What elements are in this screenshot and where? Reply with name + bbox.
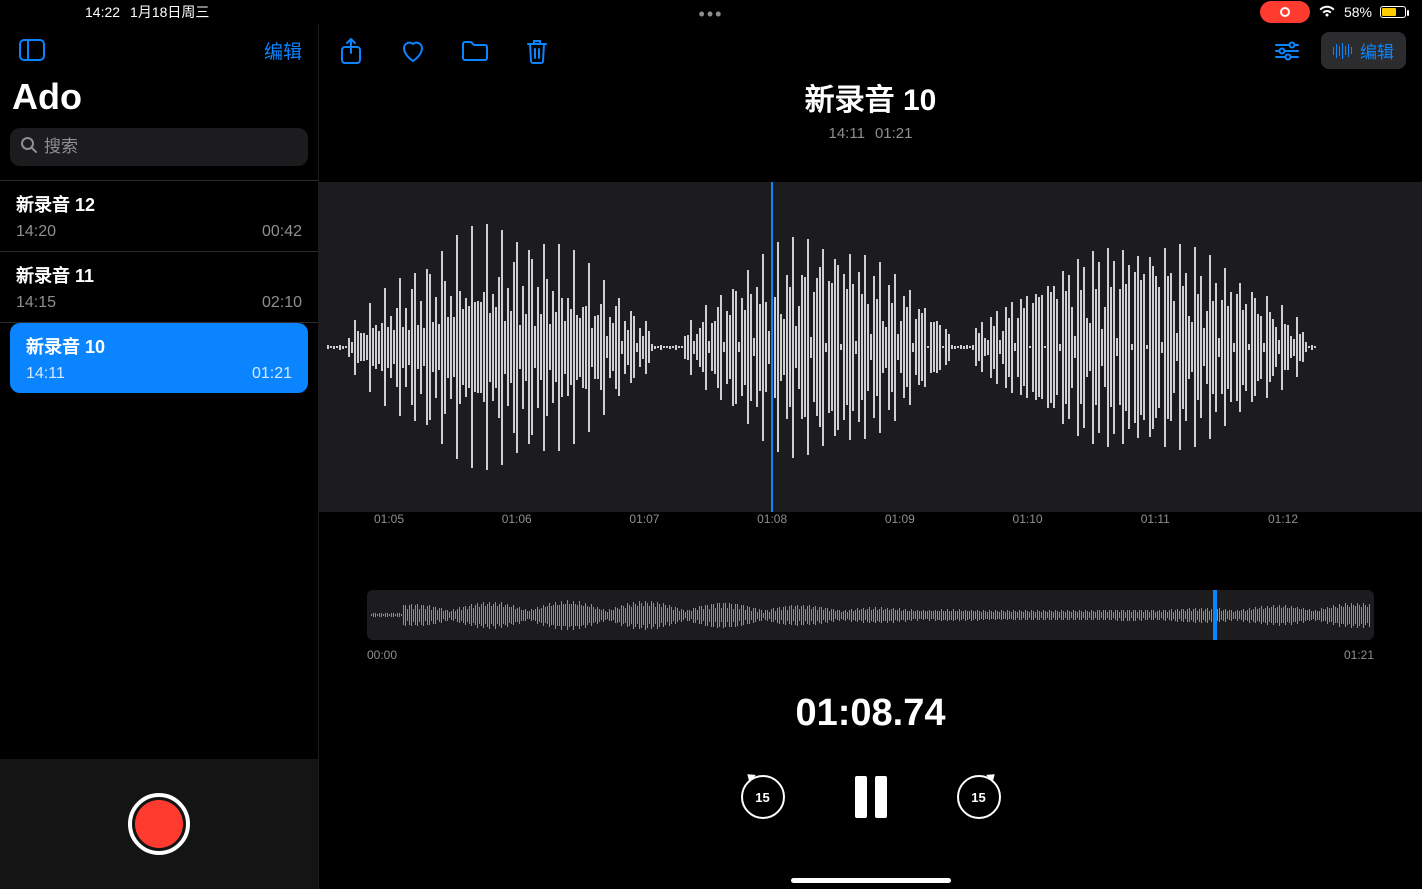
list-item-duration: 01:21	[252, 365, 292, 383]
waveform-icon	[1333, 43, 1353, 59]
list-item-duration: 02:10	[262, 294, 302, 312]
edit-label: 编辑	[1360, 38, 1394, 63]
skip-amount: 15	[755, 790, 769, 805]
settings-sliders-icon[interactable]	[1271, 35, 1303, 67]
list-item-time: 14:20	[16, 223, 56, 241]
main-panel: 编辑 新录音 10 14:11 01:21 01:0501:0601:0701:…	[319, 24, 1422, 889]
list-item-duration: 00:42	[262, 223, 302, 241]
folder-title: Ado	[0, 72, 318, 128]
status-time: 14:22	[85, 4, 120, 20]
share-icon[interactable]	[335, 35, 367, 67]
recordings-list[interactable]: 新录音 12 14:20 00:42 新录音 11 14:15 02:10 新录音 …	[0, 174, 318, 759]
overview-playhead[interactable]	[1213, 590, 1217, 640]
sidebar-edit-button[interactable]: 编辑	[264, 37, 302, 64]
list-item-time: 14:15	[16, 294, 56, 312]
multitask-dots[interactable]: •••	[699, 4, 724, 25]
skip-back-button[interactable]: 15	[741, 775, 785, 819]
overview-end: 01:21	[1344, 648, 1374, 662]
list-item-title: 新录音 10	[26, 333, 292, 359]
battery-icon	[1380, 6, 1406, 18]
list-item[interactable]: 新录音 12 14:20 00:42	[0, 180, 318, 252]
list-item[interactable]: 新录音 10 14:11 01:21	[10, 323, 308, 393]
playback-controls: 15 15	[319, 775, 1422, 819]
sidebar-toggle-icon[interactable]	[16, 34, 48, 66]
record-footer	[0, 759, 318, 889]
list-item-time: 14:11	[26, 365, 65, 383]
list-item[interactable]: 新录音 11 14:15 02:10	[0, 252, 318, 323]
overview-start: 00:00	[367, 648, 397, 662]
folder-icon[interactable]	[459, 35, 491, 67]
sidebar: 编辑 Ado 新录音 12 14:20 00:42 新录音 11 14:15 02:…	[0, 24, 319, 889]
overview-waveform[interactable]	[367, 590, 1374, 640]
home-indicator[interactable]	[791, 878, 951, 883]
record-button[interactable]	[128, 793, 190, 855]
waveform[interactable]	[319, 182, 1422, 512]
skip-forward-button[interactable]: 15	[957, 775, 1001, 819]
time-ticks: 01:0501:0601:0701:0801:0901:1001:1101:12	[319, 512, 1422, 534]
trash-icon[interactable]	[521, 35, 553, 67]
recording-title[interactable]: 新录音 10	[319, 75, 1422, 119]
current-time: 01:08.74	[319, 692, 1422, 735]
status-date: 1月18日周三	[130, 2, 209, 22]
pause-button[interactable]	[855, 776, 887, 818]
search-input[interactable]	[10, 128, 308, 166]
favorite-icon[interactable]	[397, 35, 429, 67]
recording-subtitle: 14:11 01:21	[319, 125, 1422, 142]
skip-amount: 15	[971, 790, 985, 805]
search-icon	[20, 136, 38, 159]
recording-time: 14:11	[829, 125, 865, 142]
status-bar: 14:22 1月18日周三 ••• 58%	[0, 0, 1422, 24]
waveform-edit-button[interactable]: 编辑	[1321, 32, 1407, 69]
wifi-icon	[1318, 4, 1336, 21]
list-item-title: 新录音 12	[16, 191, 302, 217]
battery-percent: 58%	[1344, 4, 1372, 20]
screen-record-indicator[interactable]	[1260, 1, 1310, 23]
search-field[interactable]	[44, 137, 298, 157]
playhead[interactable]	[771, 182, 773, 512]
recording-duration: 01:21	[875, 125, 913, 142]
list-item-title: 新录音 11	[16, 262, 302, 288]
